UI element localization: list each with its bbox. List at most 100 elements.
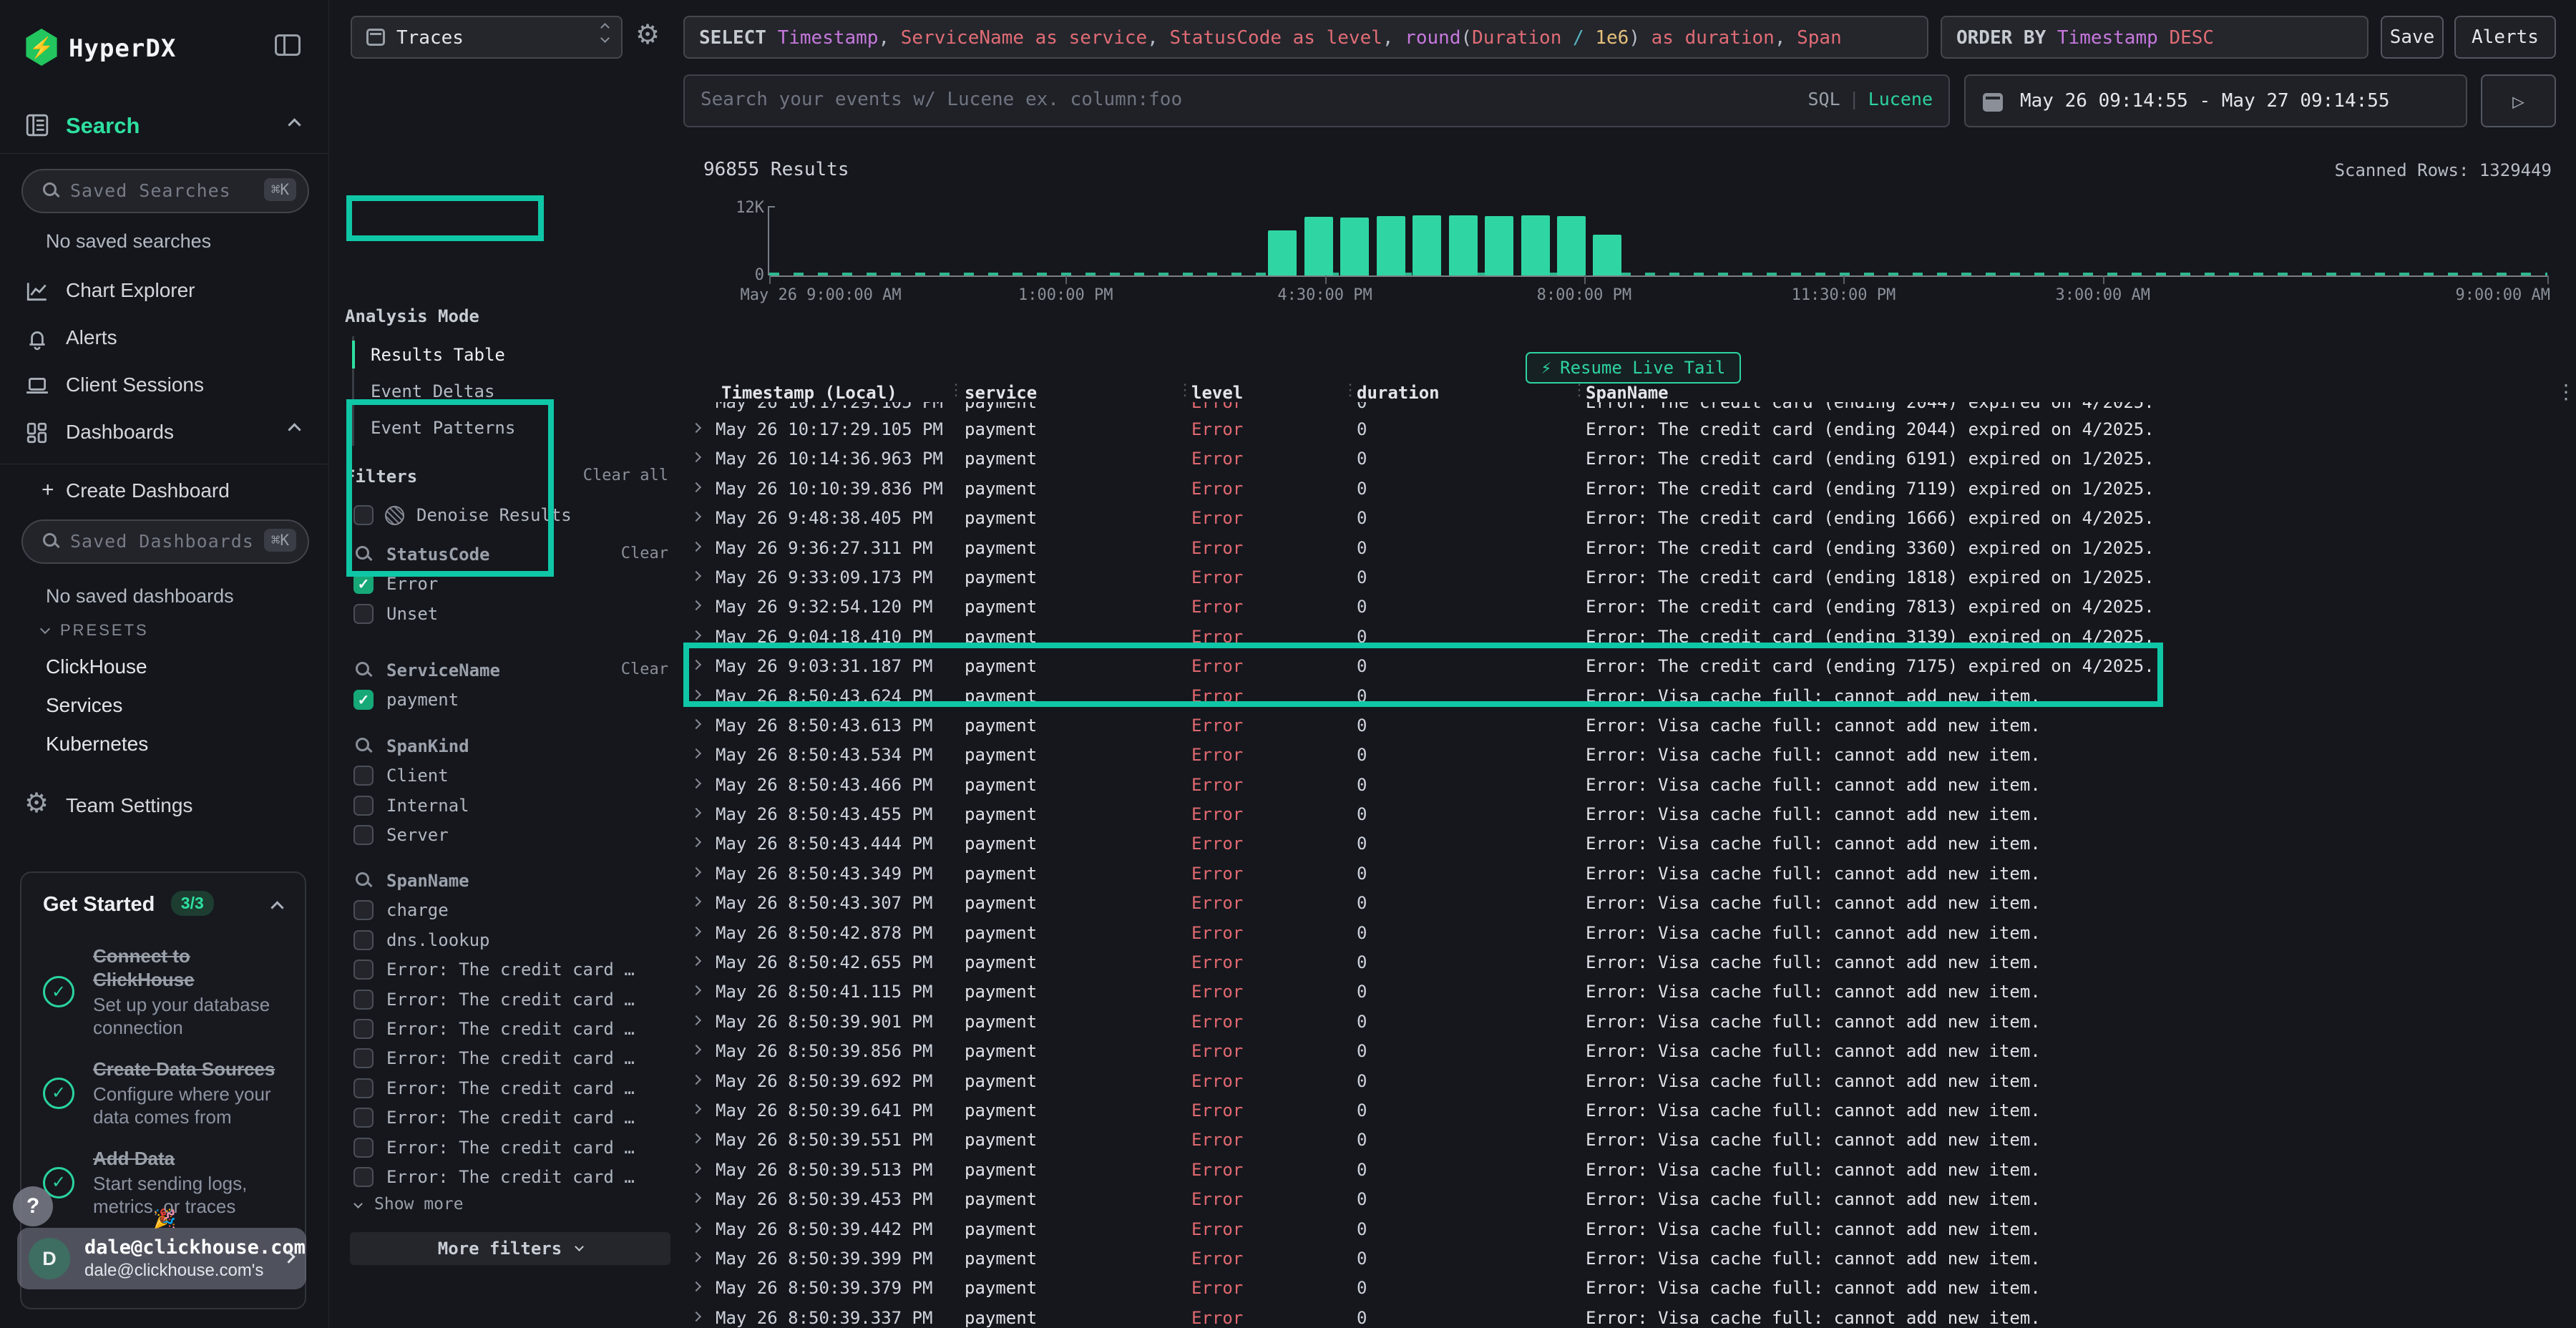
table-row[interactable]: May 26 9:03:31.187 PMpaymentError0Error:… (673, 651, 2576, 680)
checkbox-unchecked[interactable] (353, 1167, 374, 1187)
save-button[interactable]: Save (2381, 16, 2444, 59)
table-row[interactable]: May 26 8:50:43.349 PMpaymentError0Error:… (673, 859, 2576, 888)
table-row[interactable]: May 26 8:50:39.379 PMpaymentError0Error:… (673, 1273, 2576, 1302)
results-histogram[interactable]: May 26 9:00:00 AM1:00:00 PM4:30:00 PM8:0… (769, 206, 2547, 275)
preset-kubernetes[interactable]: Kubernetes (46, 733, 148, 756)
clear-filter-button[interactable]: Clear (621, 545, 668, 562)
checkbox-unchecked[interactable] (353, 990, 374, 1010)
table-row[interactable]: May 26 8:50:43.307 PMpaymentError0Error:… (673, 888, 2576, 917)
col-duration[interactable]: duration (1357, 383, 1440, 403)
analysis-mode-event-deltas[interactable]: Event Deltas (354, 373, 569, 409)
get-started-item[interactable]: ✓ Connect to ClickHouse Set up your data… (43, 944, 283, 1039)
search-input[interactable]: Search your events w/ Lucene ex. column:… (683, 74, 1950, 127)
table-row[interactable]: May 26 8:50:39.399 PMpaymentError0Error:… (673, 1244, 2576, 1273)
filter-option[interactable]: Error: The credit card … (329, 955, 673, 985)
histogram-bar[interactable] (1268, 230, 1297, 275)
filter-option[interactable]: Unset (329, 600, 673, 629)
alerts-button[interactable]: Alerts (2454, 16, 2556, 59)
expand-row-icon[interactable] (691, 1281, 701, 1292)
table-row[interactable]: May 26 8:50:43.455 PMpaymentError0Error:… (673, 799, 2576, 829)
checkbox-unchecked[interactable] (353, 1108, 374, 1128)
filter-option[interactable]: Error: The credit card … (329, 1133, 673, 1163)
histogram-bar[interactable] (1593, 235, 1621, 275)
column-separator-icon[interactable]: ⋮ (1571, 381, 1587, 399)
preset-clickhouse[interactable]: ClickHouse (46, 655, 147, 678)
table-row[interactable]: May 26 8:50:39.551 PMpaymentError0Error:… (673, 1125, 2576, 1154)
analysis-mode-results-table[interactable]: Results Table (354, 336, 569, 373)
histogram-bar[interactable] (1521, 215, 1550, 275)
table-row[interactable]: May 26 8:50:39.901 PMpaymentError0Error:… (673, 1007, 2576, 1036)
order-by-input[interactable]: ORDER BY Timestamp DESC (1941, 16, 2368, 59)
table-row[interactable]: May 26 8:50:43.534 PMpaymentError0Error:… (673, 740, 2576, 769)
expand-row-icon[interactable] (691, 837, 701, 847)
expand-row-icon[interactable] (691, 1252, 701, 1262)
histogram-bar[interactable] (1377, 216, 1405, 275)
table-row[interactable]: May 26 10:10:39.836 PMpaymentError0Error… (673, 474, 2576, 503)
sidebar-item-alerts[interactable]: Alerts (0, 325, 329, 353)
source-settings-gear-icon[interactable]: ⚙ (635, 21, 660, 49)
col-spanname[interactable]: SpanName (1586, 383, 1669, 403)
column-separator-icon[interactable]: ⋮ (1177, 381, 1193, 399)
histogram-bar[interactable] (1340, 218, 1369, 275)
sidebar-section-search[interactable]: Search (0, 112, 329, 143)
checkbox-unchecked[interactable] (353, 1138, 374, 1158)
filter-option[interactable]: charge (329, 896, 673, 925)
clear-all-filters-button[interactable]: Clear all (583, 467, 668, 484)
histogram-bar[interactable] (1413, 215, 1441, 275)
col-timestamp[interactable]: Timestamp (Local) (721, 383, 897, 403)
filter-option[interactable]: Server (329, 821, 673, 850)
run-query-button[interactable]: ▷ (2481, 74, 2556, 127)
table-row[interactable]: May 26 10:17:29.105 PMpaymentError0Error… (673, 402, 2576, 414)
chevron-up-icon[interactable] (288, 423, 301, 436)
checkbox-unchecked[interactable] (353, 505, 374, 525)
checkbox-unchecked[interactable] (353, 1019, 374, 1039)
table-row[interactable]: May 26 9:48:38.405 PMpaymentError0Error:… (673, 503, 2576, 532)
checkbox-unchecked[interactable] (353, 796, 374, 816)
sidebar-item-team-settings[interactable]: ⚙ Team Settings (0, 793, 329, 821)
expand-row-icon[interactable] (691, 660, 701, 670)
filter-option[interactable]: Error: The credit card … (329, 1163, 673, 1192)
table-row[interactable]: May 26 8:50:39.337 PMpaymentError0Error:… (673, 1303, 2576, 1328)
expand-row-icon[interactable] (691, 630, 701, 640)
search-icon[interactable] (356, 738, 369, 751)
checkbox-unchecked[interactable] (353, 766, 374, 786)
filter-option[interactable]: ✓Error (329, 570, 673, 599)
column-separator-icon[interactable]: ⋮ (948, 381, 964, 399)
expand-row-icon[interactable] (691, 689, 701, 699)
checkbox-unchecked[interactable] (353, 900, 374, 920)
expand-row-icon[interactable] (691, 1104, 701, 1114)
expand-row-icon[interactable] (691, 927, 701, 937)
filter-option[interactable]: Error: The credit card … (329, 1074, 673, 1103)
filter-option[interactable]: ✓payment (329, 685, 673, 715)
clear-filter-button[interactable]: Clear (621, 660, 668, 678)
sql-select-input[interactable]: SELECT Timestamp, ServiceName as service… (683, 16, 1928, 59)
table-row[interactable]: May 26 10:14:36.963 PMpaymentError0Error… (673, 444, 2576, 473)
expand-row-icon[interactable] (691, 808, 701, 818)
histogram-bar[interactable] (1485, 216, 1513, 275)
checkbox-checked[interactable]: ✓ (353, 574, 374, 594)
expand-row-icon[interactable] (691, 482, 701, 492)
col-service[interactable]: service (965, 383, 1037, 403)
filter-option[interactable]: Error: The credit card … (329, 1103, 673, 1133)
saved-dashboards-input[interactable]: Saved Dashboards ⌘K (21, 519, 309, 564)
get-started-item[interactable]: ✓ Create Data Sources Configure where yo… (43, 1058, 283, 1128)
expand-row-icon[interactable] (691, 1193, 701, 1203)
more-filters-button[interactable]: More filters (350, 1232, 670, 1265)
expand-row-icon[interactable] (691, 1015, 701, 1025)
checkbox-checked[interactable]: ✓ (353, 690, 374, 710)
histogram-bar[interactable] (1304, 217, 1333, 275)
expand-row-icon[interactable] (691, 1045, 701, 1055)
lucene-mode-toggle[interactable]: Lucene (1868, 89, 1933, 109)
checkbox-unchecked[interactable] (353, 930, 374, 950)
expand-row-icon[interactable] (691, 778, 701, 788)
expand-row-icon[interactable] (691, 541, 701, 551)
preset-services[interactable]: Services (46, 694, 122, 717)
filter-option[interactable]: Error: The credit card … (329, 985, 673, 1015)
chevron-up-icon[interactable] (270, 901, 283, 914)
table-row[interactable]: May 26 8:50:43.444 PMpaymentError0Error:… (673, 829, 2576, 858)
table-row[interactable]: May 26 8:50:42.655 PMpaymentError0Error:… (673, 947, 2576, 977)
expand-row-icon[interactable] (691, 719, 701, 729)
resume-live-tail-button[interactable]: ⚡ Resume Live Tail (1526, 352, 1741, 384)
table-row[interactable]: May 26 8:50:39.856 PMpaymentError0Error:… (673, 1036, 2576, 1065)
table-row[interactable]: May 26 10:17:29.105 PMpaymentError0Error… (673, 414, 2576, 444)
